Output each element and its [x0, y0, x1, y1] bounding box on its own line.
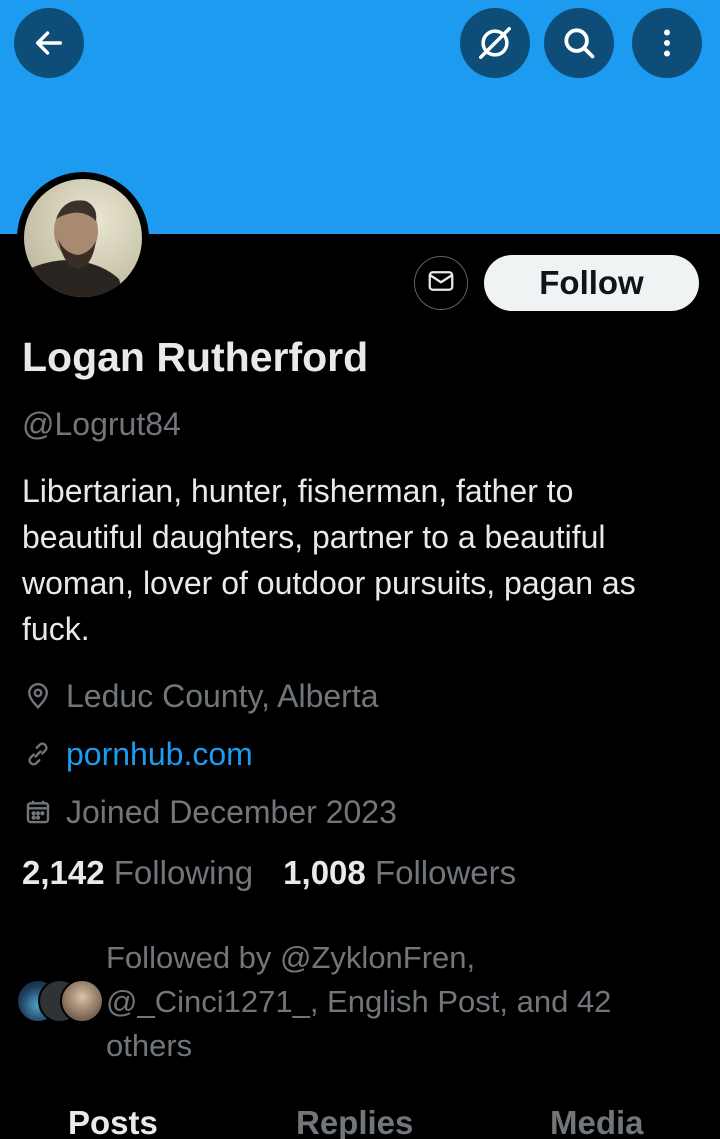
envelope-icon — [426, 266, 456, 301]
more-vertical-icon — [649, 25, 685, 61]
location-row: Leduc County, Alberta — [22, 674, 379, 718]
profile-tabs: Posts Replies Media — [0, 1100, 720, 1139]
followers-stat[interactable]: 1,008 Followers — [283, 854, 516, 892]
following-count: 2,142 — [22, 854, 105, 891]
profile-handle: @Logrut84 — [22, 406, 181, 442]
search-button[interactable] — [544, 8, 614, 78]
following-label: Following — [113, 854, 254, 891]
website-link[interactable]: pornhub.com — [66, 736, 253, 773]
following-stat[interactable]: 2,142 Following — [22, 854, 253, 892]
profile-avatar[interactable] — [17, 172, 149, 304]
joined-row: Joined December 2023 — [22, 790, 397, 834]
website-row: pornhub.com — [22, 732, 253, 776]
followers-count: 1,008 — [283, 854, 366, 891]
tab-replies[interactable]: Replies — [296, 1104, 413, 1139]
more-options-button[interactable] — [632, 8, 702, 78]
joined-text: Joined December 2023 — [66, 793, 397, 830]
no-signal-button[interactable] — [460, 8, 530, 78]
tab-posts[interactable]: Posts — [68, 1104, 158, 1139]
circle-slash-icon — [476, 24, 514, 62]
followed-by-avatars[interactable] — [16, 979, 106, 1023]
profile-screen: Follow Logan Rutherford @Logrut84 Libert… — [0, 0, 720, 1139]
followers-label: Followers — [374, 854, 517, 891]
location-text: Leduc County, Alberta — [66, 677, 379, 714]
tab-media[interactable]: Media — [550, 1104, 644, 1139]
message-button[interactable] — [414, 256, 468, 310]
avatar-photo — [24, 179, 142, 297]
profile-bio: Libertarian, hunter, fisherman, father t… — [22, 473, 636, 647]
search-icon — [560, 24, 598, 62]
link-icon — [22, 738, 54, 770]
profile-name: Logan Rutherford — [22, 334, 369, 380]
back-button[interactable] — [14, 8, 84, 78]
followed-by-text[interactable]: Followed by @ZyklonFren, @_Cinci1271_, E… — [106, 936, 686, 1068]
arrow-left-icon — [32, 26, 66, 60]
location-pin-icon — [22, 680, 54, 712]
follow-stats: 2,142 Following 1,008 Followers — [22, 854, 546, 892]
follow-button[interactable]: Follow — [484, 255, 699, 311]
follower-avatar — [60, 979, 104, 1023]
calendar-icon — [22, 796, 54, 828]
